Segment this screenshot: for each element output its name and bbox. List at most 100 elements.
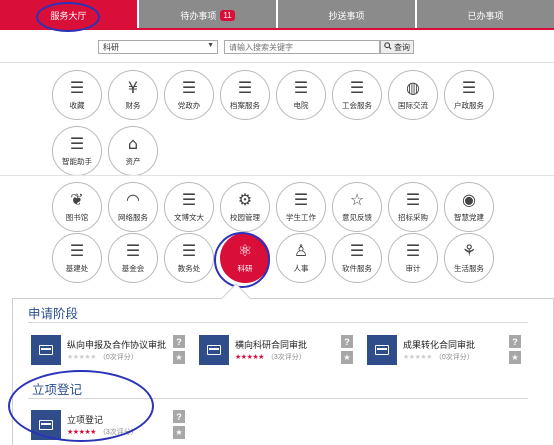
card-icon — [31, 410, 61, 440]
service-item-list[interactable]: ☰ 党政办 — [164, 70, 214, 120]
card-title: 成果转化合同审批 — [403, 340, 476, 350]
service-item-label: 收藏 — [69, 101, 85, 110]
home-icon: ⌂ — [127, 134, 139, 153]
service-card[interactable]: 成果转化合同审批 ★★★★★ （0次评分）? ★ — [367, 335, 525, 367]
list-icon: ☰ — [181, 78, 197, 97]
service-item-person[interactable]: ♙ 人事 — [276, 233, 326, 283]
star-icon: ☆ — [349, 190, 365, 209]
search-button[interactable]: 查询 — [380, 40, 414, 54]
party-emblem-icon: ◉ — [462, 190, 476, 209]
service-item-home[interactable]: ⌂ 资产 — [108, 126, 158, 176]
section-title-register: 立项登记 — [32, 383, 83, 397]
service-item-label: 基金会 — [121, 264, 145, 273]
person-icon: ♙ — [293, 241, 309, 260]
search-input[interactable] — [224, 40, 380, 54]
service-item-label: 国际交流 — [398, 101, 428, 110]
service-item-label: 工会服务 — [342, 101, 372, 110]
service-item-list[interactable]: ☰ 软件服务 — [332, 233, 382, 283]
star-icon: ★ — [90, 354, 96, 361]
star-icon: ★ — [258, 354, 264, 361]
card-title: 立项登记 — [67, 415, 104, 425]
section-title-apply: 申请阶段 — [28, 307, 79, 321]
service-item-list[interactable]: ☰ 学生工作 — [276, 182, 326, 232]
rating-stars: ★★★★★ （0次评分） — [67, 352, 138, 362]
favorite-button[interactable]: ★ — [341, 351, 353, 364]
service-item-label: 生活服务 — [454, 264, 484, 273]
service-item-list[interactable]: ☰ 文博文大 — [164, 182, 214, 232]
service-item-label: 基建处 — [65, 264, 89, 273]
service-card[interactable]: 立项登记 ★★★★★ （3次评分）? ★ — [31, 410, 189, 442]
list-icon: ☰ — [293, 78, 309, 97]
tab-done[interactable]: 已办事项 — [417, 0, 554, 30]
service-item-book[interactable]: ❦ 图书馆 — [52, 182, 102, 232]
service-item-label: 财务 — [125, 101, 141, 110]
list-icon: ☰ — [293, 190, 309, 209]
favorite-button[interactable]: ★ — [509, 351, 521, 364]
search-button-label: 查询 — [394, 42, 410, 52]
service-item-list[interactable]: ☰ 收藏 — [52, 70, 102, 120]
tab-todo[interactable]: 待办事项 11 — [139, 0, 276, 30]
list-icon: ☰ — [405, 190, 421, 209]
category-select-value: 科研 — [103, 42, 119, 52]
card-icon — [31, 335, 61, 365]
help-button[interactable]: ? — [173, 335, 185, 348]
favorite-button[interactable]: ★ — [173, 351, 185, 364]
category-select[interactable]: 科研 ▼ — [98, 40, 218, 54]
service-item-label: 软件服务 — [342, 264, 372, 273]
service-item-plant[interactable]: ⚘ 生活服务 — [444, 233, 494, 283]
help-button[interactable]: ? — [509, 335, 521, 348]
service-item-party-emblem[interactable]: ◉ 智慧党建 — [444, 182, 494, 232]
section-divider — [28, 322, 528, 323]
service-item-list[interactable]: ☰ 审计 — [388, 233, 438, 283]
tab-cc[interactable]: 抄送事项 — [278, 0, 415, 30]
service-item-list[interactable]: ☰ 电院 — [276, 70, 326, 120]
service-item-list[interactable]: ☰ 智能助手 — [52, 126, 102, 176]
favorite-button[interactable]: ★ — [173, 426, 185, 439]
service-item-label: 科研 — [237, 264, 253, 273]
chevron-down-icon: ▼ — [207, 42, 214, 49]
rating-stars: ★★★★★ （3次评分） — [235, 352, 306, 362]
divider — [0, 62, 554, 63]
service-item-money-bag[interactable]: ¥ 财务 — [108, 70, 158, 120]
tab-service-hall[interactable]: 服务大厅 — [0, 0, 137, 30]
help-button[interactable]: ? — [341, 335, 353, 348]
service-item-list[interactable]: ☰ 工会服务 — [332, 70, 382, 120]
service-item-atom[interactable]: ⚛ 科研 — [220, 233, 270, 283]
service-item-list[interactable]: ☰ 基建处 — [52, 233, 102, 283]
globe-icon: ◍ — [406, 78, 420, 97]
top-tab-bar: 服务大厅 待办事项 11 抄送事项 已办事项 — [0, 0, 554, 30]
list-icon: ☰ — [181, 190, 197, 209]
service-item-star[interactable]: ☆ 意见反馈 — [332, 182, 382, 232]
service-item-label: 教务处 — [177, 264, 201, 273]
service-item-label: 智慧党建 — [454, 213, 484, 222]
tab-label: 已办事项 — [467, 10, 504, 21]
gear-icon: ⚙ — [237, 190, 253, 209]
service-item-list[interactable]: ☰ 档案服务 — [220, 70, 270, 120]
rating-count: （0次评分） — [434, 354, 474, 361]
service-item-label: 网络服务 — [118, 213, 148, 222]
service-item-globe[interactable]: ◍ 国际交流 — [388, 70, 438, 120]
service-item-label: 意见反馈 — [342, 213, 372, 222]
service-item-label: 文博文大 — [174, 213, 204, 222]
service-item-wifi[interactable]: ◠ 网络服务 — [108, 182, 158, 232]
service-item-label: 档案服务 — [230, 101, 260, 110]
service-item-label: 学生工作 — [286, 213, 316, 222]
service-item-list[interactable]: ☰ 教务处 — [164, 233, 214, 283]
list-icon: ☰ — [69, 134, 85, 153]
service-item-gear[interactable]: ⚙ 校园管理 — [220, 182, 270, 232]
service-card[interactable]: 横向科研合同审批 ★★★★★ （3次评分）? ★ — [199, 335, 357, 367]
atom-icon: ⚛ — [237, 241, 253, 260]
tab-label: 抄送事项 — [328, 10, 365, 21]
help-button[interactable]: ? — [173, 410, 185, 423]
service-item-list[interactable]: ☰ 基金会 — [108, 233, 158, 283]
list-icon: ☰ — [349, 241, 365, 260]
service-item-label: 校园管理 — [230, 213, 260, 222]
tab-underline — [0, 28, 554, 30]
service-item-label: 招标采购 — [398, 213, 428, 222]
service-item-list[interactable]: ☰ 户政服务 — [444, 70, 494, 120]
service-card[interactable]: 纵向申报及合作协议审批 ★★★★★ （0次评分）? ★ — [31, 335, 189, 367]
service-item-list[interactable]: ☰ 招标采购 — [388, 182, 438, 232]
tab-label: 待办事项 — [180, 10, 217, 21]
book-icon: ❦ — [70, 190, 84, 209]
money-bag-icon: ¥ — [127, 78, 139, 97]
